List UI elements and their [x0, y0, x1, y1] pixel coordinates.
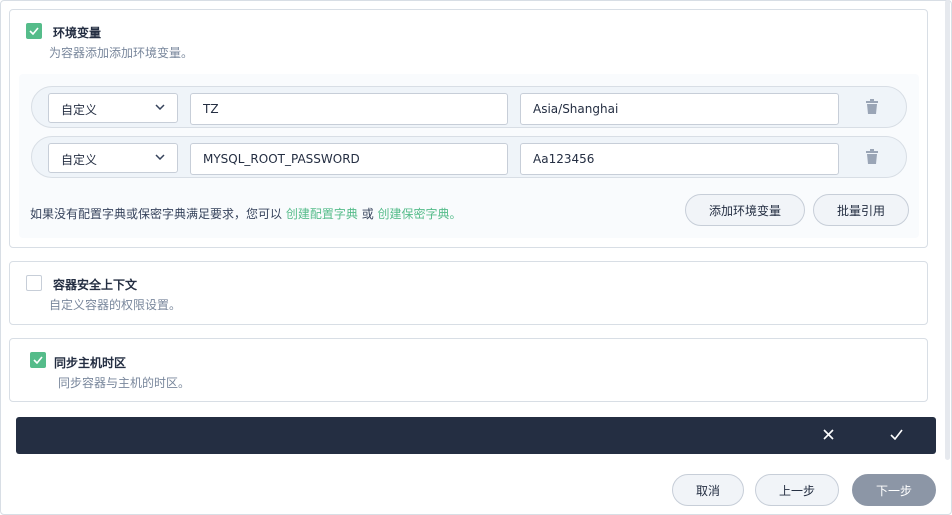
env-type-value: 自定义: [61, 103, 98, 117]
env-vars-card: 环境变量 为容器添加添加环境变量。 自定义 自定义: [9, 9, 928, 248]
next-step-button[interactable]: 下一步: [852, 474, 936, 506]
env-value-input[interactable]: [520, 143, 839, 175]
security-context-title: 容器安全上下文: [53, 278, 138, 292]
env-type-value: 自定义: [61, 153, 98, 167]
env-row: 自定义: [31, 86, 907, 128]
close-icon[interactable]: [823, 429, 834, 440]
env-hint: 如果没有配置字典或保密字典满足要求，您可以 创建配置字典 或 创建保密字典。: [30, 205, 462, 222]
chevron-down-icon: [155, 154, 165, 160]
env-value-input[interactable]: [520, 93, 839, 125]
create-configmap-link[interactable]: 创建配置字典: [286, 207, 358, 221]
trash-icon[interactable]: [865, 149, 879, 165]
check-icon: [33, 356, 43, 364]
hint-or: 或: [361, 207, 374, 221]
env-key-input[interactable]: [190, 93, 508, 125]
create-secret-link[interactable]: 创建保密字典。: [378, 207, 462, 221]
env-vars-checkbox[interactable]: [26, 23, 42, 39]
cancel-button[interactable]: 取消: [672, 474, 744, 506]
sync-timezone-card: 同步主机时区 同步容器与主机的时区。: [9, 338, 928, 402]
trash-icon[interactable]: [865, 99, 879, 115]
env-key-input[interactable]: [190, 143, 508, 175]
batch-reference-button[interactable]: 批量引用: [813, 194, 909, 226]
env-row: 自定义: [31, 136, 907, 178]
env-type-select[interactable]: 自定义: [48, 93, 178, 123]
hint-text: 如果没有配置字典或保密字典满足要求，您可以: [30, 207, 283, 221]
add-env-var-button[interactable]: 添加环境变量: [685, 194, 805, 226]
sync-timezone-title: 同步主机时区: [54, 356, 127, 370]
security-context-checkbox[interactable]: [26, 275, 42, 291]
security-context-description: 自定义容器的权限设置。: [49, 298, 182, 312]
env-vars-title: 环境变量: [53, 26, 102, 40]
env-type-select[interactable]: 自定义: [48, 143, 178, 173]
chevron-down-icon: [155, 104, 165, 110]
env-vars-description: 为容器添加添加环境变量。: [49, 46, 194, 60]
previous-step-button[interactable]: 上一步: [755, 474, 839, 506]
sync-timezone-checkbox[interactable]: [30, 352, 46, 368]
check-icon[interactable]: [890, 429, 903, 440]
check-icon: [29, 27, 39, 35]
edit-confirm-bar: [16, 417, 936, 454]
security-context-card: 容器安全上下文 自定义容器的权限设置。: [9, 261, 928, 325]
scrollbar[interactable]: [945, 0, 950, 460]
sync-timezone-description: 同步容器与主机的时区。: [58, 376, 191, 390]
env-vars-panel: 自定义 自定义 如果没: [19, 74, 919, 238]
